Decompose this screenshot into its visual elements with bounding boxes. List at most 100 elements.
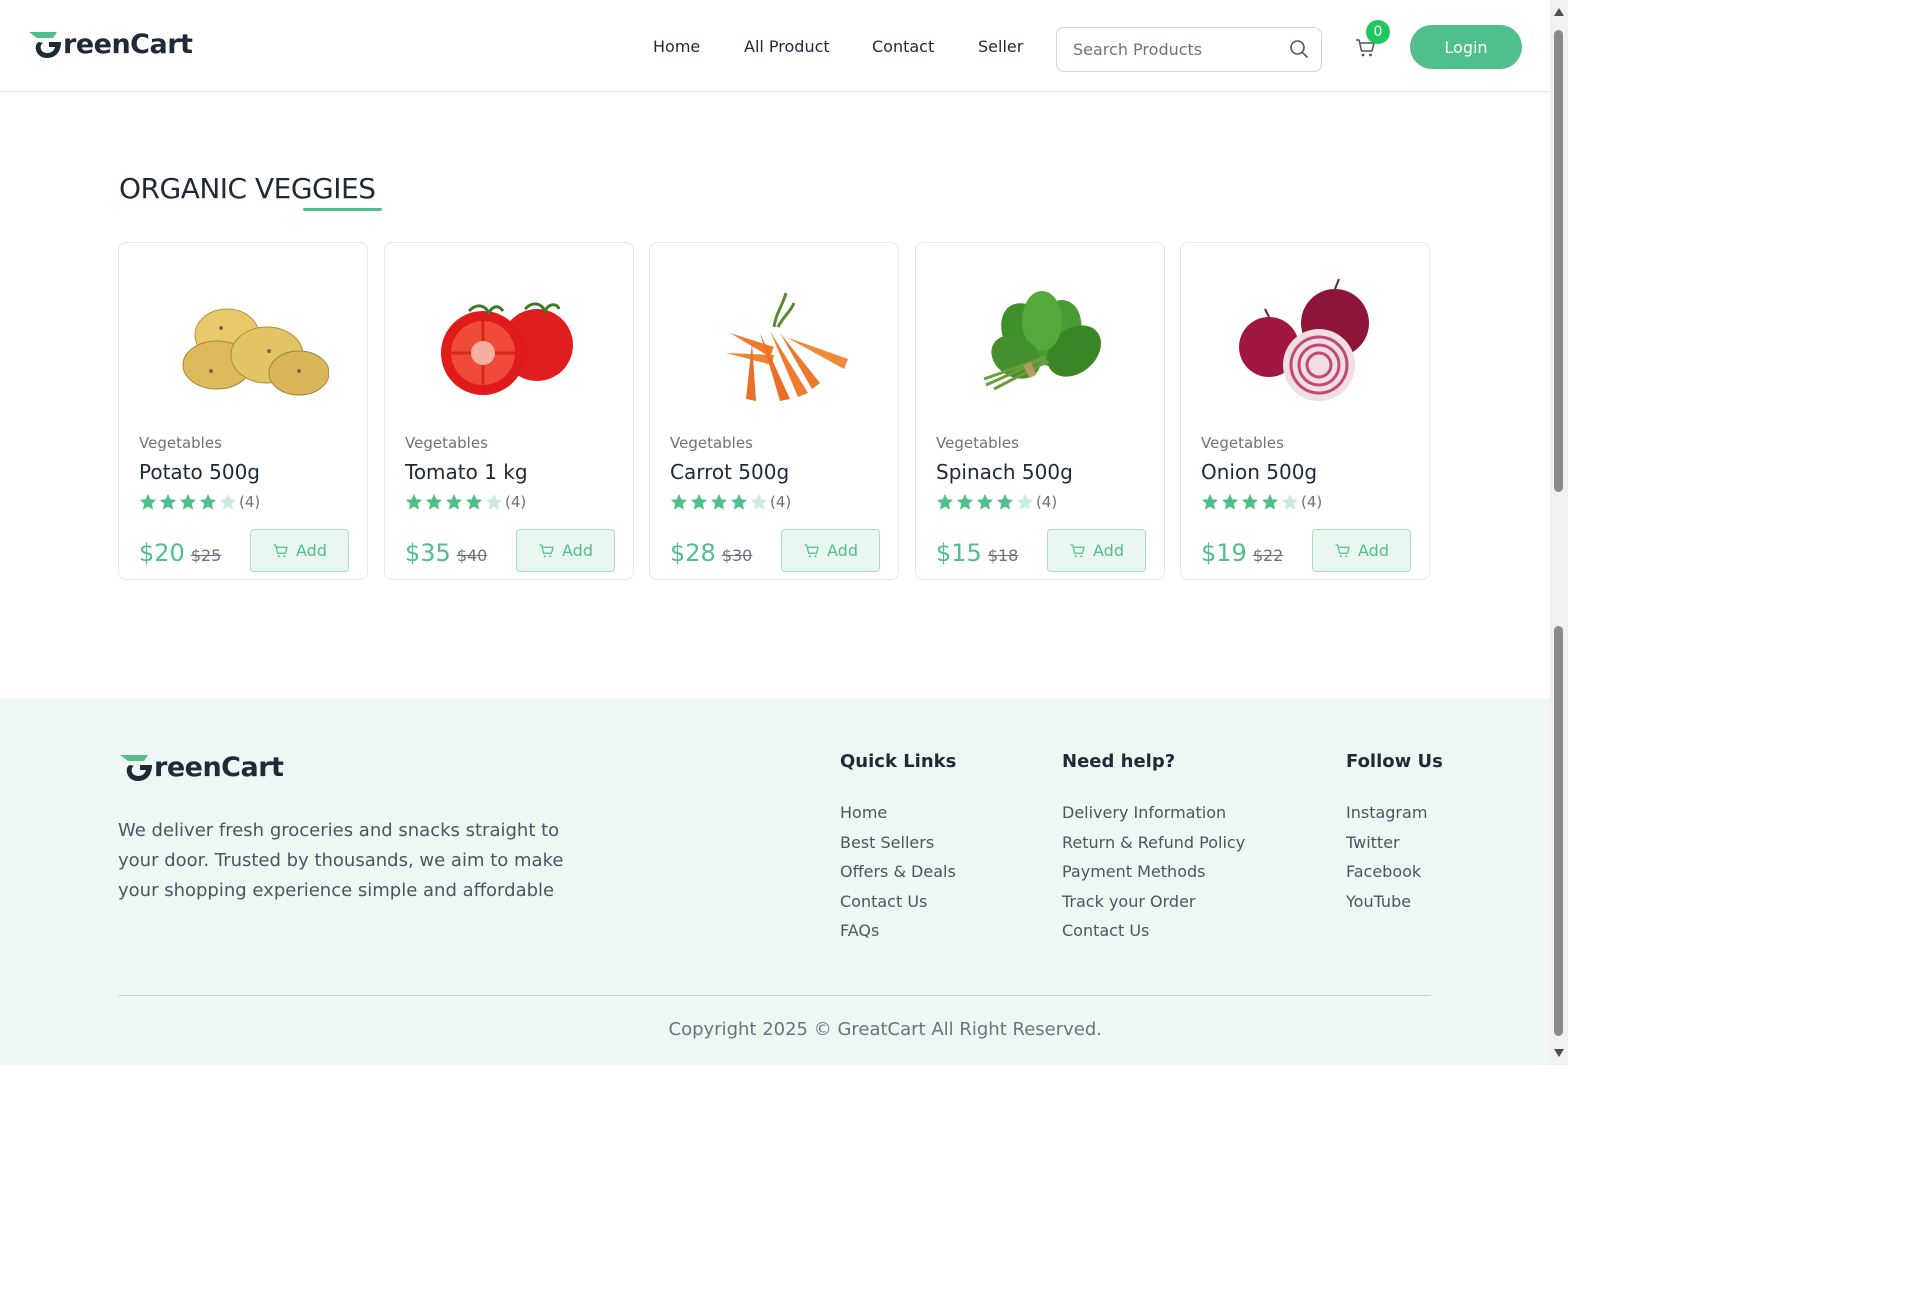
- add-to-cart-button[interactable]: Add: [516, 529, 615, 572]
- footer-link-youtube[interactable]: YouTube: [1346, 887, 1443, 917]
- footer-logo[interactable]: reenCart: [118, 751, 284, 783]
- logo-text: reenCart: [63, 28, 193, 60]
- footer-link-instagram[interactable]: Instagram: [1346, 798, 1443, 828]
- star-filled-icon: [179, 493, 197, 510]
- section-title: ORGANIC VEGGIES: [119, 172, 376, 205]
- logo-mark-icon: [29, 32, 61, 58]
- footer-link-payment[interactable]: Payment Methods: [1062, 857, 1245, 887]
- star-empty-icon: [1281, 493, 1299, 510]
- cart-count-badge: 0: [1366, 20, 1390, 44]
- product-name[interactable]: Onion 500g: [1201, 460, 1317, 484]
- rating: (4): [139, 493, 260, 511]
- old-price: $25: [190, 546, 222, 565]
- logo[interactable]: reenCart: [27, 28, 193, 60]
- old-price: $40: [456, 546, 488, 565]
- quick-links-title: Quick Links: [840, 751, 957, 772]
- add-to-cart-button[interactable]: Add: [1047, 529, 1146, 572]
- star-filled-icon: [670, 493, 688, 510]
- rating: (4): [1201, 493, 1322, 511]
- search-icon[interactable]: [1289, 39, 1309, 59]
- add-to-cart-button[interactable]: Add: [250, 529, 349, 572]
- product-category: Vegetables: [670, 434, 753, 452]
- product-card[interactable]: Vegetables Tomato 1 kg (4) $35 $40 Add: [384, 242, 634, 580]
- search-input[interactable]: [1057, 40, 1277, 59]
- nav-all-product[interactable]: All Product: [744, 37, 830, 56]
- star-filled-icon: [445, 493, 463, 510]
- footer-link-home[interactable]: Home: [840, 798, 956, 828]
- old-price: $18: [987, 546, 1019, 565]
- scrollbar-thumb-secondary[interactable]: [1554, 626, 1563, 1036]
- product-category: Vegetables: [936, 434, 1019, 452]
- current-price: $20: [139, 539, 185, 567]
- add-label: Add: [827, 541, 858, 560]
- star-empty-icon: [219, 493, 237, 510]
- footer-link-track-order[interactable]: Track your Order: [1062, 887, 1245, 917]
- current-price: $35: [405, 539, 451, 567]
- product-card[interactable]: Vegetables Onion 500g (4) $19 $22 Add: [1180, 242, 1430, 580]
- footer-link-faqs[interactable]: FAQs: [840, 916, 956, 946]
- scroll-down-arrow-icon[interactable]: [1554, 1049, 1564, 1057]
- follow-us: Follow Us Instagram Twitter Facebook You…: [1346, 751, 1443, 916]
- review-count: (4): [1301, 493, 1323, 511]
- footer-link-contact-us[interactable]: Contact Us: [1062, 916, 1245, 946]
- star-filled-icon: [996, 493, 1014, 510]
- header: reenCart Home All Product Contact Seller…: [0, 0, 1550, 92]
- product-name[interactable]: Potato 500g: [139, 460, 260, 484]
- product-name[interactable]: Spinach 500g: [936, 460, 1073, 484]
- star-filled-icon: [976, 493, 994, 510]
- quick-links: Quick Links Home Best Sellers Offers & D…: [840, 751, 956, 946]
- footer-link-twitter[interactable]: Twitter: [1346, 828, 1443, 858]
- scroll-up-arrow-icon[interactable]: [1554, 8, 1564, 16]
- current-price: $19: [1201, 539, 1247, 567]
- add-label: Add: [1093, 541, 1124, 560]
- scrollbar-thumb[interactable]: [1554, 30, 1563, 492]
- star-filled-icon: [956, 493, 974, 510]
- star-filled-icon: [936, 493, 954, 510]
- star-filled-icon: [730, 493, 748, 510]
- star-filled-icon: [690, 493, 708, 510]
- search-box: [1056, 27, 1322, 72]
- nav-home[interactable]: Home: [653, 37, 700, 56]
- old-price: $22: [1252, 546, 1284, 565]
- review-count: (4): [239, 493, 261, 511]
- product-name[interactable]: Tomato 1 kg: [405, 460, 528, 484]
- spinach-image: [983, 291, 1101, 391]
- footer-link-offers[interactable]: Offers & Deals: [840, 857, 956, 887]
- cart-icon: [1335, 543, 1350, 557]
- cart-icon: [1070, 543, 1085, 557]
- star-empty-icon: [750, 493, 768, 510]
- add-to-cart-button[interactable]: Add: [781, 529, 880, 572]
- footer-link-refund[interactable]: Return & Refund Policy: [1062, 828, 1245, 858]
- price: $28 $30: [670, 539, 752, 567]
- rating: (4): [670, 493, 791, 511]
- rating: (4): [936, 493, 1057, 511]
- footer-link-facebook[interactable]: Facebook: [1346, 857, 1443, 887]
- add-label: Add: [1358, 541, 1389, 560]
- product-card[interactable]: Vegetables Potato 500g (4) $20 $25 Add: [118, 242, 368, 580]
- star-filled-icon: [425, 493, 443, 510]
- carrot-image: [726, 292, 848, 401]
- star-filled-icon: [139, 493, 157, 510]
- product-category: Vegetables: [139, 434, 222, 452]
- product-category: Vegetables: [405, 434, 488, 452]
- logo-text: reenCart: [154, 751, 284, 783]
- product-card[interactable]: Vegetables Spinach 500g (4) $15 $18 Add: [915, 242, 1165, 580]
- nav-contact[interactable]: Contact: [872, 37, 934, 56]
- star-filled-icon: [1261, 493, 1279, 510]
- footer-link-delivery[interactable]: Delivery Information: [1062, 798, 1245, 828]
- star-filled-icon: [405, 493, 423, 510]
- potato-image: [182, 308, 329, 396]
- price: $19 $22: [1201, 539, 1283, 567]
- product-card[interactable]: Vegetables Carrot 500g (4) $28 $30 Add: [649, 242, 899, 580]
- product-name[interactable]: Carrot 500g: [670, 460, 789, 484]
- nav-seller[interactable]: Seller: [978, 37, 1023, 56]
- footer-link-best-sellers[interactable]: Best Sellers: [840, 828, 956, 858]
- logo-mark-icon: [120, 755, 152, 781]
- add-to-cart-button[interactable]: Add: [1312, 529, 1411, 572]
- scrollbar[interactable]: [1550, 0, 1568, 1065]
- star-empty-icon: [1016, 493, 1034, 510]
- star-filled-icon: [1201, 493, 1219, 510]
- footer-link-contact[interactable]: Contact Us: [840, 887, 956, 917]
- login-button[interactable]: Login: [1410, 25, 1522, 69]
- price: $15 $18: [936, 539, 1018, 567]
